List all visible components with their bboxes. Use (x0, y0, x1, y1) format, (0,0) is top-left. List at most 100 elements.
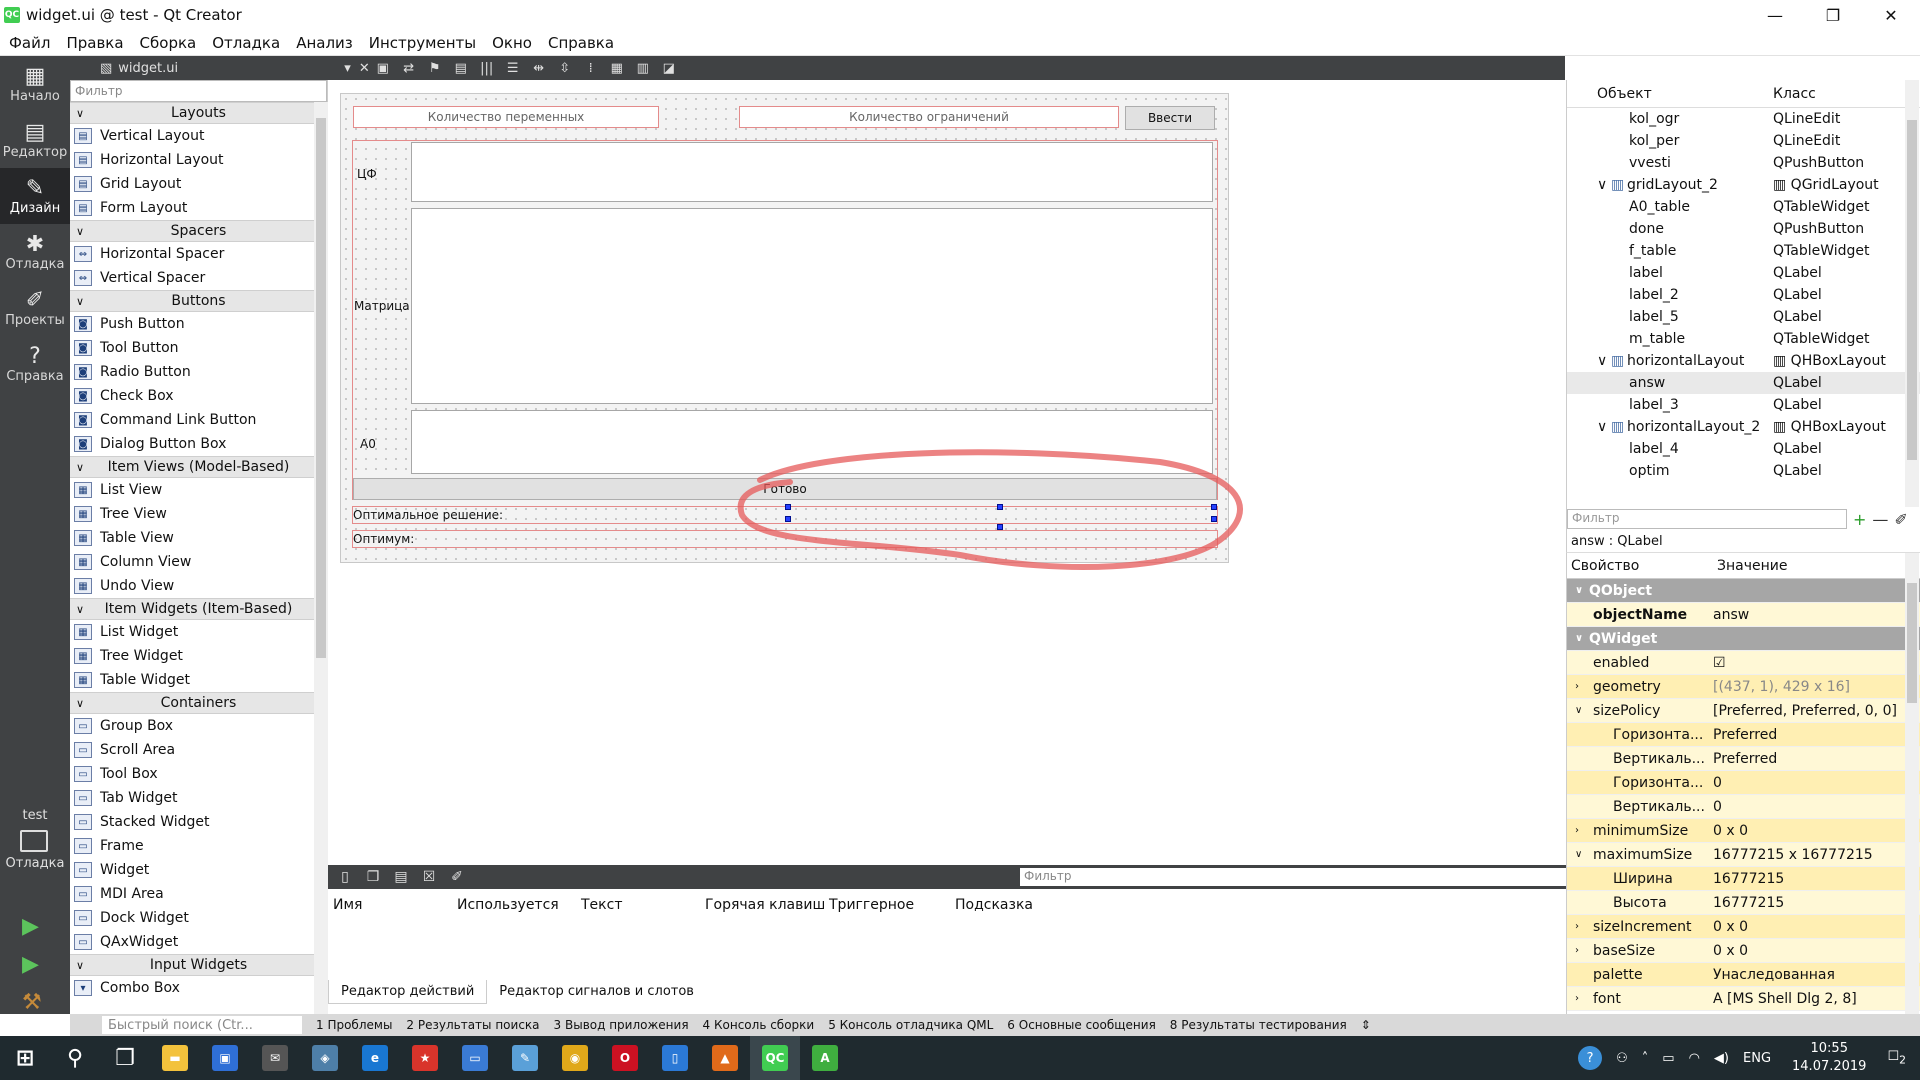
object-row-answ[interactable]: answ QLabel (1567, 372, 1920, 394)
action-filter-input[interactable]: Фильтр (1020, 868, 1566, 886)
chevron-down-icon[interactable]: ∨ (1597, 419, 1607, 435)
object-row-label-4[interactable]: label_4 QLabel (1567, 438, 1920, 460)
inspector-scrollbar[interactable] (1905, 80, 1919, 507)
property-row-высота[interactable]: Высота 16777215 (1567, 891, 1920, 915)
language-indicator[interactable]: ENG (1743, 1051, 1771, 1066)
property-row-горизонта[interactable]: Горизонта... Preferred (1567, 723, 1920, 747)
chevron-up-icon[interactable]: ˄ (1642, 1051, 1649, 1066)
chevron-down-icon[interactable]: ∨ (1575, 585, 1583, 596)
col-tooltip[interactable]: Подсказка (950, 897, 1074, 913)
property-value[interactable]: 16777215 x 16777215 (1713, 847, 1873, 863)
mail-icon-button[interactable]: ✉ (250, 1036, 300, 1080)
output-pane-5-консоль-отладчика-qml[interactable]: 5 Консоль отладчика QML (828, 1018, 993, 1032)
col-shortcut[interactable]: Горячая клавиш (700, 897, 824, 913)
chrome-icon-button[interactable]: ◉ (550, 1036, 600, 1080)
chevron-right-icon[interactable]: › (1575, 993, 1579, 1004)
property-row-qwidget[interactable]: ∨ QWidget (1567, 627, 1920, 651)
chevron-down-icon[interactable]: ∨ (1597, 353, 1607, 369)
object-row-kol-ogr[interactable]: kol_ogr QLineEdit (1567, 108, 1920, 130)
chevron-down-icon[interactable]: ∨ (1575, 705, 1582, 716)
property-row-minimumsize[interactable]: › minimumSize 0 x 0 (1567, 819, 1920, 843)
object-row-optim[interactable]: optim QLabel (1567, 460, 1920, 482)
property-value[interactable]: 16777215 (1713, 895, 1784, 911)
chevron-right-icon[interactable]: › (1575, 921, 1579, 932)
notifications-icon[interactable]: ☐2 (1887, 1049, 1906, 1067)
property-row-sizeincrement[interactable]: › sizeIncrement 0 x 0 (1567, 915, 1920, 939)
property-row-qobject[interactable]: ∨ QObject (1567, 579, 1920, 603)
output-pane-4-консоль-сборки[interactable]: 4 Консоль сборки (703, 1018, 815, 1032)
property-value[interactable]: 0 (1713, 799, 1722, 815)
property-value[interactable]: A [MS Shell Dlg 2, 8] (1713, 991, 1857, 1007)
property-row-sizepolicy[interactable]: ∨ sizePolicy [Preferred, Preferred, 0, 0] (1567, 699, 1920, 723)
tab-signal-slot-editor[interactable]: Редактор сигналов и слотов (487, 980, 706, 1004)
col-checkable[interactable]: Триггерное (824, 897, 950, 913)
object-row-horizontallayout[interactable]: ∨ ▥ horizontalLayout ▥ QHBoxLayout (1567, 350, 1920, 372)
chevron-right-icon[interactable]: › (1575, 681, 1579, 692)
object-row-label-3[interactable]: label_3 QLabel (1567, 394, 1920, 416)
property-row-горизонта[interactable]: Горизонта... 0 (1567, 771, 1920, 795)
copy-action-icon[interactable]: ❐ (362, 868, 384, 886)
configure-icon[interactable]: ✐ (446, 868, 468, 886)
property-value[interactable]: Preferred (1713, 727, 1777, 743)
object-row-a0-table[interactable]: A0_table QTableWidget (1567, 196, 1920, 218)
android-app-icon-button[interactable]: A (800, 1036, 850, 1080)
file-explorer-icon-button[interactable]: ▬ (150, 1036, 200, 1080)
property-value[interactable]: [(437, 1), 429 x 16] (1713, 679, 1850, 695)
object-row-vvesti[interactable]: vvesti QPushButton (1567, 152, 1920, 174)
remove-property-icon[interactable]: — (1872, 510, 1888, 529)
search-icon-button[interactable]: ⚲ (50, 1036, 100, 1080)
property-row-ширина[interactable]: Ширина 16777215 (1567, 867, 1920, 891)
object-row-f-table[interactable]: f_table QTableWidget (1567, 240, 1920, 262)
help-tray-icon[interactable]: ? (1578, 1046, 1603, 1070)
chevron-right-icon[interactable]: › (1575, 825, 1579, 836)
property-row-вертикаль[interactable]: Вертикаль... 0 (1567, 795, 1920, 819)
configure-icon[interactable]: ✐ (1894, 510, 1907, 529)
property-row-basesize[interactable]: › baseSize 0 x 0 (1567, 939, 1920, 963)
property-value[interactable]: Preferred (1713, 751, 1777, 767)
battery-icon[interactable]: ▭ (1662, 1051, 1674, 1066)
notepad-icon-button[interactable]: ✎ (500, 1036, 550, 1080)
clock[interactable]: 10:55 14.07.2019 (1792, 1040, 1866, 1076)
header-value[interactable]: Значение (1717, 558, 1787, 574)
output-pane-6-основные-сообщения[interactable]: 6 Основные сообщения (1007, 1018, 1156, 1032)
property-value[interactable]: Унаследованная (1713, 967, 1835, 983)
edge-icon-button[interactable]: e (350, 1036, 400, 1080)
chevron-updown-icon[interactable]: ⇕ (1361, 1018, 1371, 1032)
col-used[interactable]: Используется (452, 897, 576, 913)
store-icon-button[interactable]: ▣ (200, 1036, 250, 1080)
property-row-objectname[interactable]: objectName answ (1567, 603, 1920, 627)
object-row-done[interactable]: done QPushButton (1567, 218, 1920, 240)
property-row-font[interactable]: › font A [MS Shell Dlg 2, 8] (1567, 987, 1920, 1011)
chevron-right-icon[interactable]: › (1575, 945, 1579, 956)
app-red-icon-button[interactable]: ★ (400, 1036, 450, 1080)
chevron-down-icon[interactable]: ∨ (1575, 849, 1582, 860)
col-name[interactable]: Имя (328, 897, 452, 913)
header-class[interactable]: Класс (1773, 86, 1816, 102)
person-icon[interactable]: ⚇ (1616, 1051, 1628, 1066)
output-pane-2-результаты-поиска[interactable]: 2 Результаты поиска (406, 1018, 539, 1032)
property-scrollbar[interactable] (1905, 553, 1919, 1015)
object-row-label-5[interactable]: label_5 QLabel (1567, 306, 1920, 328)
opera-icon-button[interactable]: O (600, 1036, 650, 1080)
volume-icon[interactable]: ◀) (1714, 1051, 1729, 1066)
network-icon-button[interactable]: ◈ (300, 1036, 350, 1080)
property-row-geometry[interactable]: › geometry [(437, 1), 429 x 16] (1567, 675, 1920, 699)
output-pane-8-результаты-тестирования[interactable]: 8 Результаты тестирования (1170, 1018, 1347, 1032)
object-row-kol-per[interactable]: kol_per QLineEdit (1567, 130, 1920, 152)
remote-desktop-icon-button[interactable]: ▭ (450, 1036, 500, 1080)
property-value[interactable]: 0 x 0 (1713, 919, 1748, 935)
delete-action-icon[interactable]: ☒ (418, 868, 440, 886)
property-value[interactable]: [Preferred, Preferred, 0, 0] (1713, 703, 1897, 719)
object-row-label-2[interactable]: label_2 QLabel (1567, 284, 1920, 306)
header-object[interactable]: Объект (1597, 86, 1652, 102)
chevron-down-icon[interactable]: ∨ (1575, 633, 1583, 644)
document-app-icon-button[interactable]: ▯ (650, 1036, 700, 1080)
new-action-icon[interactable]: ▯ (334, 868, 356, 886)
object-row-label[interactable]: label QLabel (1567, 262, 1920, 284)
header-property[interactable]: Свойство (1571, 558, 1639, 574)
quick-search-input[interactable]: Быстрый поиск (Ctr... (102, 1016, 302, 1034)
property-row-palette[interactable]: palette Унаследованная (1567, 963, 1920, 987)
object-row-gridlayout-2[interactable]: ∨ ▥ gridLayout_2 ▥ QGridLayout (1567, 174, 1920, 196)
matlab-icon-button[interactable]: ▲ (700, 1036, 750, 1080)
property-row-maximumsize[interactable]: ∨ maximumSize 16777215 x 16777215 (1567, 843, 1920, 867)
